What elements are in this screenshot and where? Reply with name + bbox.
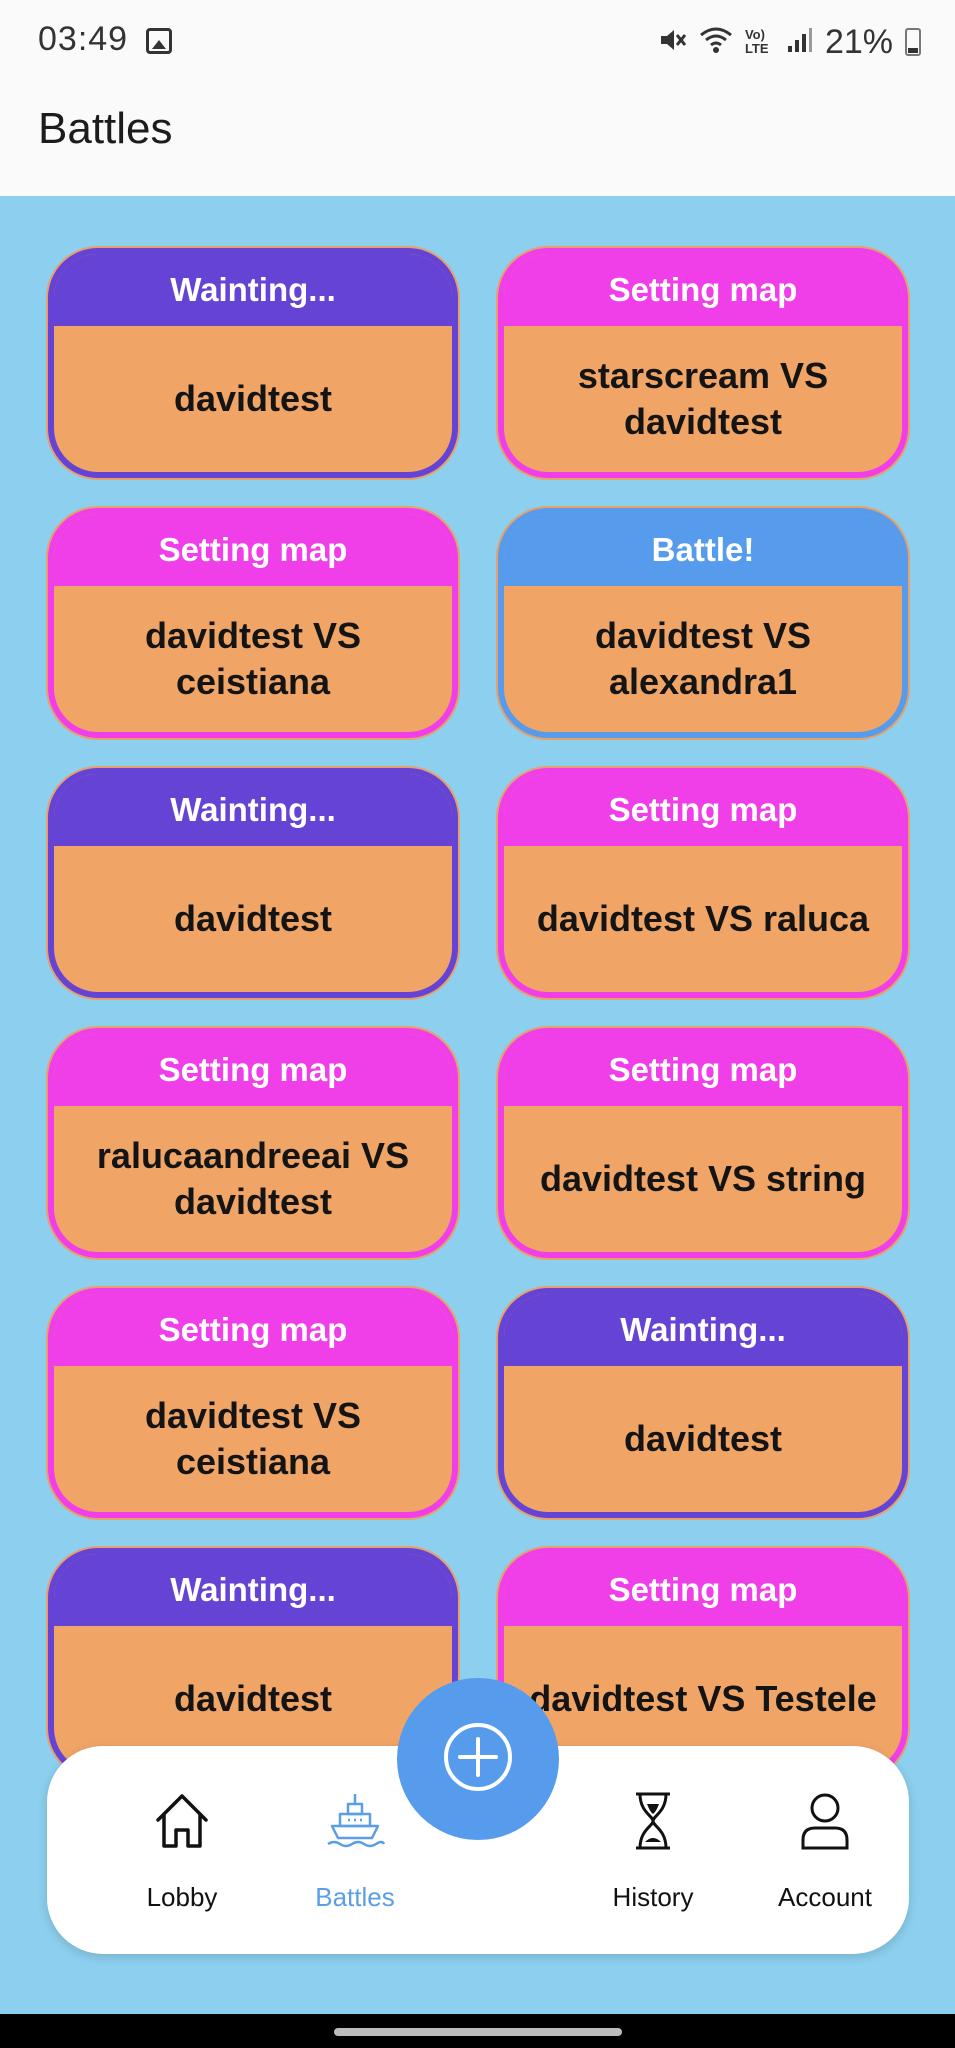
signal-icon xyxy=(787,26,813,59)
status-icons: Vo) LTE 21% xyxy=(657,18,921,66)
nav-label-lobby: Lobby xyxy=(146,1882,218,1912)
wifi-icon xyxy=(699,25,733,60)
battle-card[interactable]: Setting map davidtest VS ceistiana xyxy=(48,1288,458,1518)
nav-account[interactable]: Account xyxy=(740,1746,910,1954)
nav-label-history: History xyxy=(612,1882,694,1912)
battle-status: Wainting... xyxy=(54,254,452,326)
battle-card[interactable]: Setting map davidtest VS ceistiana xyxy=(48,508,458,738)
mute-icon xyxy=(657,25,687,60)
battle-players: davidtest VS string xyxy=(539,1158,867,1199)
battle-card[interactable]: Battle! davidtest VS alexandra1 xyxy=(498,508,908,738)
battle-card[interactable]: Wainting... davidtest xyxy=(48,248,458,478)
ship-icon xyxy=(324,1790,386,1857)
battle-status: Battle! xyxy=(504,514,902,586)
battery-icon xyxy=(905,28,921,56)
home-icon xyxy=(152,1790,212,1857)
battle-players: davidtest xyxy=(173,378,333,419)
add-battle-button[interactable] xyxy=(397,1678,559,1840)
battle-players: davidtest VS alexandra1 xyxy=(594,615,812,702)
battle-status: Wainting... xyxy=(54,1554,452,1626)
battle-status: Setting map xyxy=(504,254,902,326)
hourglass-icon xyxy=(628,1790,678,1857)
battle-players: davidtest VS ceistiana xyxy=(144,1395,362,1482)
battles-grid: Wainting... davidtest Setting map starscre… xyxy=(48,248,908,1778)
battle-status: Setting map xyxy=(54,514,452,586)
battle-card[interactable]: Wainting... davidtest xyxy=(48,768,458,998)
battle-card[interactable]: Setting map ralucaandreeai VS davidtest xyxy=(48,1028,458,1258)
gallery-notification-icon xyxy=(146,28,172,54)
page-title: Battles xyxy=(38,104,173,153)
battle-players: davidtest VS raluca xyxy=(536,898,870,939)
battle-card[interactable]: Wainting... davidtest xyxy=(498,1288,908,1518)
add-circle-icon xyxy=(442,1721,514,1798)
battle-status: Setting map xyxy=(504,774,902,846)
battle-status: Wainting... xyxy=(54,774,452,846)
battle-players: ralucaandreeai VS davidtest xyxy=(96,1135,410,1222)
nav-lobby[interactable]: Lobby xyxy=(97,1746,267,1954)
nav-label-battles: Battles xyxy=(315,1882,395,1912)
status-time: 03:49 xyxy=(38,20,129,58)
battle-status: Setting map xyxy=(54,1294,452,1366)
nav-history[interactable]: History xyxy=(568,1746,738,1954)
lte-label: Vo) LTE xyxy=(744,27,769,56)
battle-card[interactable]: Setting map davidtest VS raluca xyxy=(498,768,908,998)
user-icon xyxy=(797,1790,853,1857)
app-bar: Battles xyxy=(0,84,955,196)
battle-card[interactable]: Setting map davidtest VS string xyxy=(498,1028,908,1258)
battle-players: davidtest xyxy=(173,898,333,939)
battle-status: Setting map xyxy=(504,1034,902,1106)
battle-card[interactable]: Setting map davidtest VS Testele xyxy=(498,1548,908,1778)
battle-card[interactable]: Setting map starscream VS davidtest xyxy=(498,248,908,478)
status-bar: 03:49 Vo) LTE 21% xyxy=(0,0,955,84)
battery-percent: 21% xyxy=(824,22,893,61)
battle-status: Setting map xyxy=(54,1034,452,1106)
battle-status: Wainting... xyxy=(504,1294,902,1366)
battle-status: Setting map xyxy=(504,1554,902,1626)
system-nav-bar xyxy=(0,2014,955,2048)
battle-players: davidtest xyxy=(623,1418,783,1459)
home-gesture-handle[interactable] xyxy=(334,2028,622,2036)
battle-players: davidtest VS ceistiana xyxy=(144,615,362,702)
nav-label-account: Account xyxy=(778,1882,872,1912)
battle-players: starscream VS davidtest xyxy=(577,355,829,442)
battle-card[interactable]: Wainting... davidtest xyxy=(48,1548,458,1778)
